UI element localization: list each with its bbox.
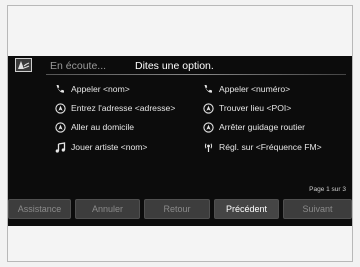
command-label: Jouer artiste <nom> — [71, 142, 148, 152]
voice-prompt: Dites une option. — [135, 60, 214, 72]
command-call-name[interactable]: Appeler <nom> — [54, 82, 130, 96]
music-note-icon — [54, 141, 66, 153]
voice-command-screen: En écoute... Dites une option. Appeler <… — [8, 56, 352, 226]
navigation-icon — [54, 102, 66, 114]
voice-header: En écoute... Dites une option. — [8, 56, 352, 76]
command-label: Aller au domicile — [71, 122, 135, 132]
listening-status: En écoute... — [50, 60, 107, 72]
command-tune-fm[interactable]: Régl. sur <Fréquence FM> — [202, 140, 322, 154]
command-go-home[interactable]: Aller au domicile — [54, 120, 134, 134]
cancel-button[interactable]: Annuler — [75, 199, 140, 219]
navigation-icon — [202, 102, 214, 114]
back-button[interactable]: Retour — [144, 199, 210, 219]
navigation-icon — [202, 121, 214, 133]
navigation-icon — [54, 121, 66, 133]
command-label: Entrez l'adresse <adresse> — [71, 103, 176, 113]
command-play-artist[interactable]: Jouer artiste <nom> — [54, 140, 147, 154]
command-label: Arrêter guidage routier — [219, 122, 305, 132]
page-indicator: Page 1 sur 3 — [309, 186, 346, 193]
next-button[interactable]: Suivant — [283, 199, 352, 219]
command-enter-address[interactable]: Entrez l'adresse <adresse> — [54, 101, 175, 115]
command-find-poi[interactable]: Trouver lieu <POI> — [202, 101, 291, 115]
header-divider — [46, 74, 346, 75]
voice-recognition-icon — [15, 58, 32, 72]
phone-icon — [202, 83, 214, 95]
command-label: Appeler <nom> — [71, 84, 130, 94]
bottom-button-bar: Assistance Annuler Retour Précédent Suiv… — [8, 199, 352, 221]
command-stop-guidance[interactable]: Arrêter guidage routier — [202, 120, 305, 134]
phone-icon — [54, 83, 66, 95]
command-label: Trouver lieu <POI> — [219, 103, 292, 113]
command-call-number[interactable]: Appeler <numéro> — [202, 82, 290, 96]
radio-icon — [202, 141, 214, 153]
command-label: Appeler <numéro> — [219, 84, 291, 94]
command-label: Régl. sur <Fréquence FM> — [219, 142, 322, 152]
assistance-button[interactable]: Assistance — [8, 199, 71, 219]
previous-button[interactable]: Précédent — [214, 199, 279, 219]
